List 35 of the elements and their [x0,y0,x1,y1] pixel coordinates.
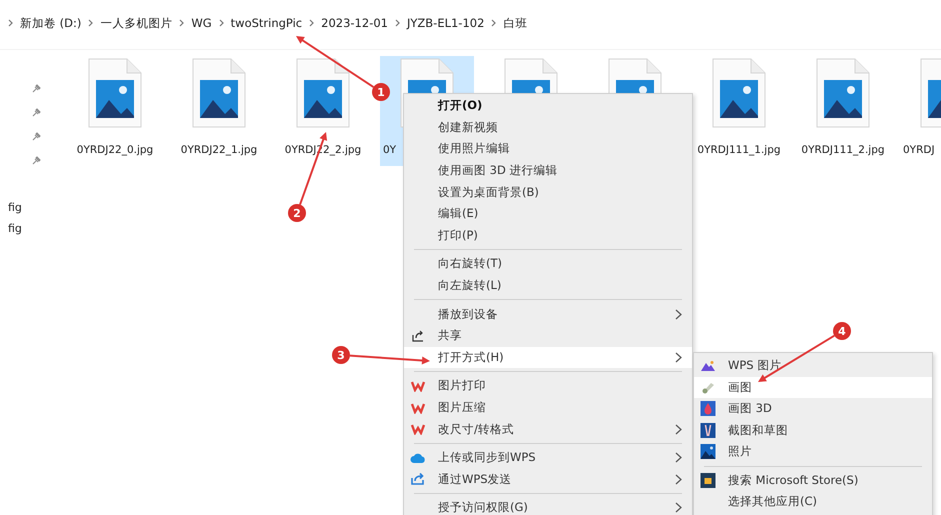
step-badge: 3 [332,346,350,364]
step-badge: 2 [288,204,306,222]
menu-item-label: 画图 [728,380,753,395]
menu-item-label: 创建新视频 [438,120,499,135]
file-name: 0YRDJ111_1.jpg [697,144,781,156]
file-name: 0YRDJ111_2.jpg [801,144,885,156]
file-name: 0YRDJ22_1.jpg [180,144,258,156]
menu-item-label: 使用画图 3D 进行编辑 [438,163,558,178]
menu-item-label: 编辑(E) [438,206,480,222]
file-name: 0Y [383,144,396,156]
menu-item-label: 授予访问权限(G) [438,500,529,515]
menu-item-label: 向左旋转(L) [438,278,502,294]
menu-item-label: 画图 3D [728,401,773,416]
menu-item-label: 截图和草图 [728,422,789,438]
step-badge: 1 [372,83,390,101]
menu-item-label: 共享 [438,328,463,344]
step-badge: 4 [833,322,851,340]
menu-item-label: 使用照片编辑 [438,141,511,156]
file-name: 0YRDJ22_0.jpg [76,144,154,156]
menu-item-label: 上传或同步到WPS [438,450,537,466]
menu-item-label: 设置为桌面背景(B) [438,184,540,200]
menu-item-label: 打开方式(H) [438,350,505,365]
menu-item-label: 改尺寸/转格式 [438,422,515,437]
file-name: 0YRDJ [903,144,935,156]
menu-item-label: 照片 [728,444,753,460]
menu-item-label: 图片压缩 [438,400,487,416]
menu-item-label: 向右旋转(T) [438,256,503,272]
menu-item-label: 打开(O) [438,98,484,114]
menu-item-label: 打印(P) [438,228,479,243]
menu-item-label: 图片打印 [438,378,487,394]
menu-item-label: WPS 图片 [728,358,782,374]
menu-item-label: 播放到设备 [438,306,499,322]
menu-item-label: 通过WPS发送 [438,472,513,487]
menu-item-label: 搜索 Microsoft Store(S) [728,472,860,488]
menu-item-label: 选择其他应用(C) [728,494,818,510]
